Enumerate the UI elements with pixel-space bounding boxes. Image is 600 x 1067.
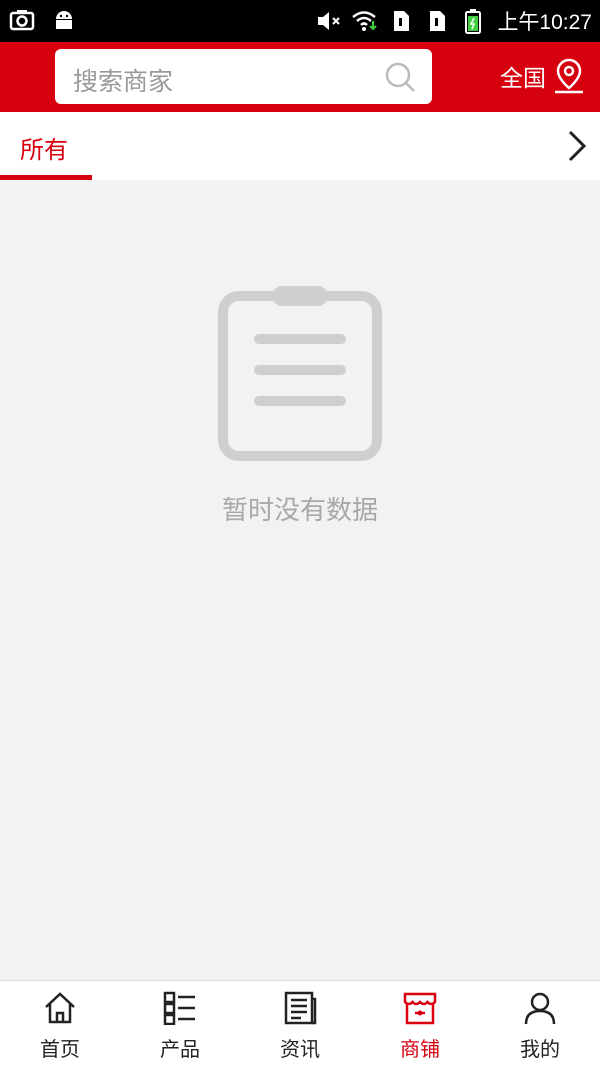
- nav-item-news[interactable]: 资讯: [240, 981, 360, 1067]
- header: 搜索商家 全国: [0, 42, 600, 112]
- region-selector[interactable]: 全国: [500, 58, 586, 94]
- user-icon: [524, 992, 556, 1025]
- battery-icon: [459, 7, 487, 35]
- chevron-right-icon[interactable]: [562, 128, 590, 164]
- nav-label-products: 产品: [160, 1037, 200, 1061]
- nav-item-me[interactable]: 我的: [480, 981, 600, 1067]
- android-icon: [50, 6, 78, 34]
- news-icon: [284, 991, 317, 1025]
- nav-label-me: 我的: [520, 1037, 560, 1061]
- nav-item-home[interactable]: 首页: [0, 981, 120, 1067]
- search-input[interactable]: 搜索商家: [55, 49, 432, 104]
- screenshot-icon: [8, 6, 36, 34]
- nav-label-home: 首页: [40, 1037, 80, 1061]
- product-list-icon: [163, 991, 195, 1025]
- nav-item-shops[interactable]: 商铺: [360, 981, 480, 1067]
- nav-label-news: 资讯: [280, 1037, 320, 1061]
- status-time: 上午10:27: [497, 11, 592, 34]
- bottom-nav: 首页 产品 资讯 商铺 我的: [0, 980, 600, 1067]
- empty-state: 暂时没有数据: [0, 180, 600, 980]
- tab-all-label: 所有: [20, 136, 68, 164]
- region-label: 全国: [500, 66, 546, 92]
- location-icon: [555, 58, 583, 94]
- tab-all[interactable]: 所有: [0, 112, 92, 180]
- nav-label-shops: 商铺: [400, 1037, 440, 1061]
- wifi-icon: [351, 7, 379, 35]
- nav-item-products[interactable]: 产品: [120, 981, 240, 1067]
- mute-icon: [315, 7, 343, 35]
- sim2-icon: [423, 7, 451, 35]
- search-icon[interactable]: [384, 61, 416, 93]
- clipboard-icon: [218, 286, 382, 461]
- home-icon: [45, 992, 75, 1024]
- shop-icon: [403, 992, 437, 1025]
- empty-message: 暂时没有数据: [221, 496, 378, 526]
- search-placeholder: 搜索商家: [73, 67, 174, 96]
- category-tabs: 所有: [0, 112, 600, 180]
- status-bar: 上午10:27: [0, 0, 600, 42]
- sim1-icon: [387, 7, 415, 35]
